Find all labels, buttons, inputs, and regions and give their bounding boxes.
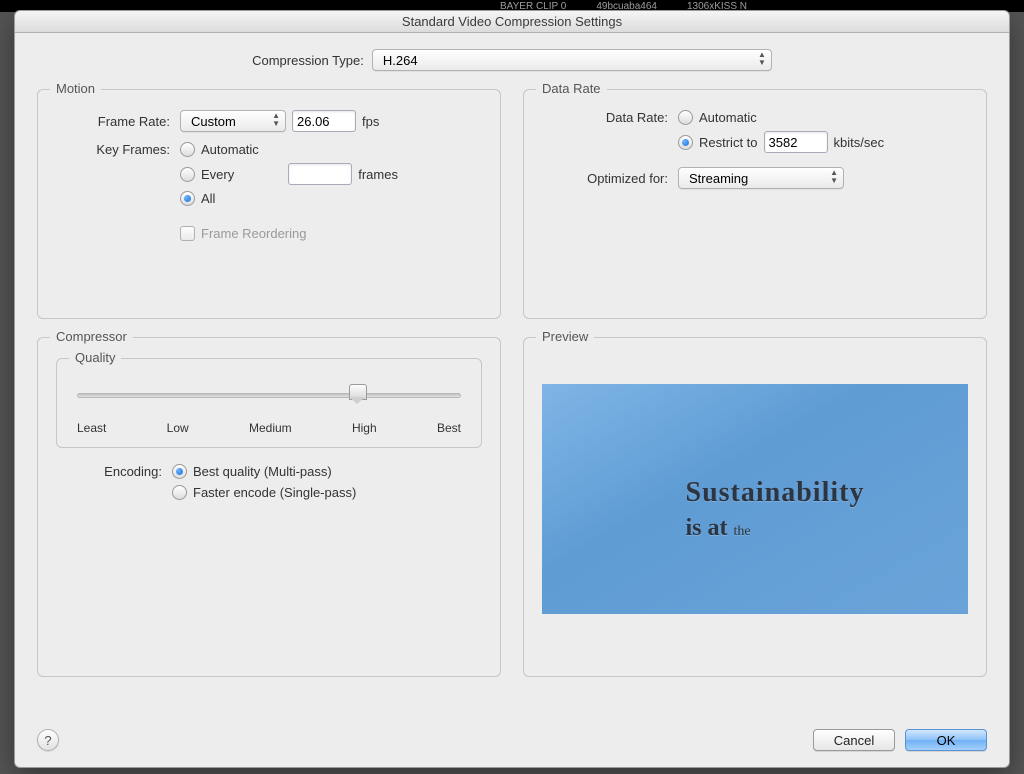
encoding-faster-label: Faster encode (Single-pass) xyxy=(193,485,356,500)
optimized-for-select-wrap[interactable]: Streaming ▲▼ xyxy=(678,167,844,189)
compressor-legend: Compressor xyxy=(50,329,133,344)
quality-legend: Quality xyxy=(69,350,121,365)
data-rate-options: Automatic Restrict to kbits/sec xyxy=(678,110,884,153)
tick-high: High xyxy=(352,421,377,435)
kbits-label: kbits/sec xyxy=(834,135,885,150)
compression-type-row: Compression Type: H.264 ▲▼ xyxy=(37,49,987,71)
kf-automatic-option[interactable]: Automatic xyxy=(180,142,398,157)
upper-columns: Motion Frame Rate: Custom ▲▼ fps Key Fra… xyxy=(37,89,987,319)
encoding-label: Encoding: xyxy=(56,464,166,479)
tick-least: Least xyxy=(77,421,106,435)
kf-all-option[interactable]: All xyxy=(180,191,398,206)
dr-automatic-option[interactable]: Automatic xyxy=(678,110,884,125)
kf-all-label: All xyxy=(201,191,215,206)
frame-rate-select-wrap[interactable]: Custom ▲▼ xyxy=(180,110,286,132)
radio-icon xyxy=(180,191,195,206)
frame-rate-input[interactable] xyxy=(292,110,356,132)
frame-rate-row: Frame Rate: Custom ▲▼ fps xyxy=(56,110,482,132)
motion-legend: Motion xyxy=(50,81,101,96)
frame-reordering-row: Frame Reordering xyxy=(56,226,482,241)
kf-every-label: Every xyxy=(201,167,234,182)
window-title: Standard Video Compression Settings xyxy=(15,11,1009,33)
kf-automatic-label: Automatic xyxy=(201,142,259,157)
encoding-row: Encoding: Best quality (Multi-pass) Fast… xyxy=(56,464,482,500)
data-rate-group: Data Rate Data Rate: Automatic Restrict … xyxy=(523,89,987,319)
preview-line2b: the xyxy=(734,524,751,539)
radio-icon xyxy=(180,167,195,182)
preview-line1: Sustainability xyxy=(686,473,865,512)
dr-restrict-label: Restrict to xyxy=(699,135,758,150)
lower-columns: Compressor Quality Least Low Medium High… xyxy=(37,337,987,677)
tick-best: Best xyxy=(437,421,461,435)
preview-line2: is at the xyxy=(686,512,865,546)
quality-slider[interactable] xyxy=(77,385,461,417)
encoding-options: Best quality (Multi-pass) Faster encode … xyxy=(172,464,356,500)
quality-tick-labels: Least Low Medium High Best xyxy=(77,421,461,435)
frame-reordering-label: Frame Reordering xyxy=(201,226,307,241)
preview-line2a: is at xyxy=(686,515,728,541)
kf-every-option[interactable]: Every frames xyxy=(180,163,398,185)
radio-icon xyxy=(172,464,187,479)
key-frames-label: Key Frames: xyxy=(56,142,174,157)
help-button[interactable]: ? xyxy=(37,729,59,751)
frame-reordering-checkbox xyxy=(180,226,195,241)
slider-thumb[interactable] xyxy=(349,384,365,404)
quality-group: Quality Least Low Medium High Best xyxy=(56,358,482,448)
compression-type-select[interactable]: H.264 xyxy=(372,49,772,71)
compression-type-select-wrap[interactable]: H.264 ▲▼ xyxy=(372,49,772,71)
motion-group: Motion Frame Rate: Custom ▲▼ fps Key Fra… xyxy=(37,89,501,319)
radio-icon xyxy=(678,135,693,150)
radio-icon xyxy=(172,485,187,500)
kf-frames-label: frames xyxy=(358,167,398,182)
ok-button[interactable]: OK xyxy=(905,729,987,751)
optimized-for-label: Optimized for: xyxy=(542,171,672,186)
preview-image: Sustainability is at the xyxy=(542,384,968,614)
key-frames-row: Key Frames: Automatic Every frames xyxy=(56,142,482,206)
slider-track xyxy=(77,393,461,398)
dr-restrict-option[interactable]: Restrict to kbits/sec xyxy=(678,131,884,153)
data-rate-label: Data Rate: xyxy=(542,110,672,125)
dialog-footer: ? Cancel OK xyxy=(15,729,1009,767)
radio-icon xyxy=(180,142,195,157)
optimized-for-select[interactable]: Streaming xyxy=(678,167,844,189)
preview-group: Preview Sustainability is at the xyxy=(523,337,987,677)
compression-type-label: Compression Type: xyxy=(252,53,364,68)
fps-label: fps xyxy=(362,114,379,129)
tick-medium: Medium xyxy=(249,421,292,435)
frame-rate-select[interactable]: Custom xyxy=(180,110,286,132)
kf-every-input[interactable] xyxy=(288,163,352,185)
radio-icon xyxy=(678,110,693,125)
preview-legend: Preview xyxy=(536,329,594,344)
dr-automatic-label: Automatic xyxy=(699,110,757,125)
frame-rate-label: Frame Rate: xyxy=(56,114,174,129)
encoding-best-option[interactable]: Best quality (Multi-pass) xyxy=(172,464,356,479)
encoding-faster-option[interactable]: Faster encode (Single-pass) xyxy=(172,485,356,500)
encoding-best-label: Best quality (Multi-pass) xyxy=(193,464,332,479)
dialog-content: Compression Type: H.264 ▲▼ Motion Frame … xyxy=(15,33,1009,729)
compressor-group: Compressor Quality Least Low Medium High… xyxy=(37,337,501,677)
compression-settings-dialog: Standard Video Compression Settings Comp… xyxy=(14,10,1010,768)
help-icon: ? xyxy=(44,733,51,748)
data-rate-row: Data Rate: Automatic Restrict to kbits/s… xyxy=(542,110,968,153)
dr-restrict-input[interactable] xyxy=(764,131,828,153)
tick-low: Low xyxy=(167,421,189,435)
optimized-for-row: Optimized for: Streaming ▲▼ xyxy=(542,167,968,189)
data-rate-legend: Data Rate xyxy=(536,81,607,96)
preview-text: Sustainability is at the xyxy=(686,473,865,546)
cancel-button[interactable]: Cancel xyxy=(813,729,895,751)
key-frames-options: Automatic Every frames All xyxy=(180,142,398,206)
